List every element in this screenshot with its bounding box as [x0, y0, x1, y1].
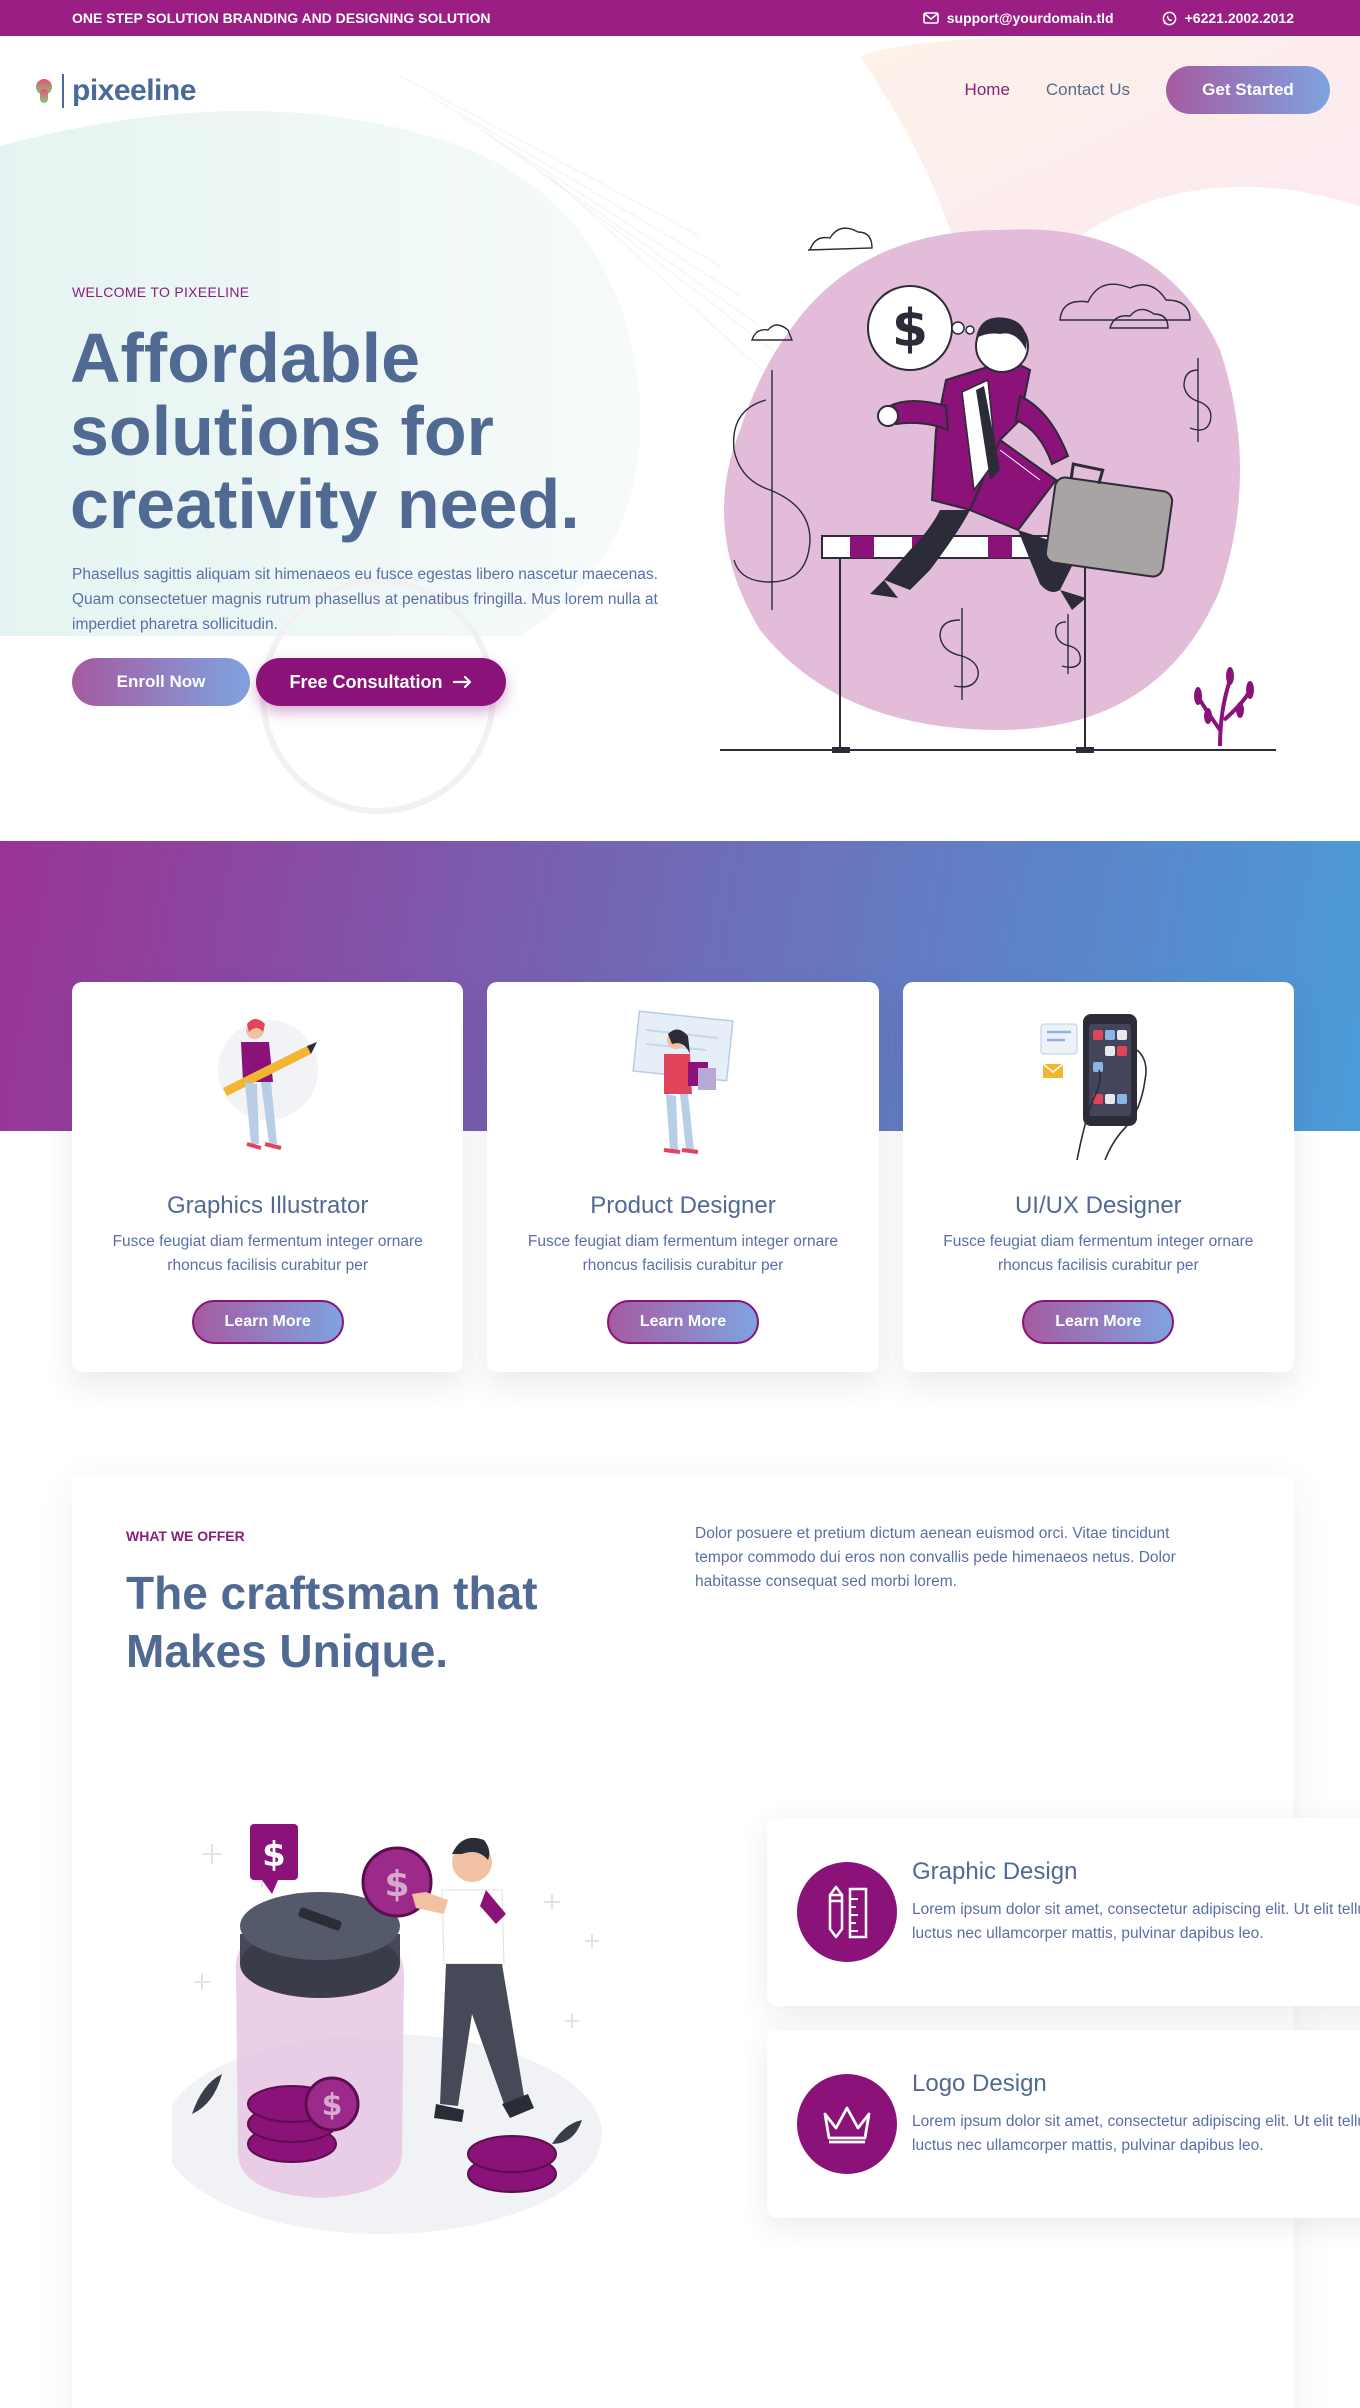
- email-text: support@yourdomain.tld: [946, 10, 1114, 26]
- get-started-button[interactable]: Get Started: [1166, 66, 1330, 114]
- site-header: pixeeline Home Contact Us Get Started: [0, 36, 1360, 146]
- service-title: Graphics Illustrator: [166, 1192, 369, 1219]
- pencil-ruler-icon: [828, 1885, 868, 1939]
- svg-text:$: $: [262, 1835, 286, 1875]
- logo[interactable]: pixeeline: [34, 74, 196, 108]
- service-cards: Graphics Illustrator Fusce feugiat diam …: [72, 982, 1294, 1372]
- hero-buttons: Enroll Now Free Consultation: [72, 658, 506, 706]
- offer-eyebrow: WHAT WE OFFER: [126, 1528, 245, 1544]
- service-card-product-designer: Product Designer Fusce feugiat diam ferm…: [487, 982, 879, 1372]
- feature-icon-circle: [797, 2074, 897, 2174]
- logo-mark-icon: [36, 79, 52, 103]
- arrow-right-icon: [452, 675, 471, 689]
- offer-title: The craftsman that Makes Unique.: [126, 1567, 538, 1677]
- learn-more-button[interactable]: Learn More: [191, 1300, 344, 1344]
- crown-icon: [823, 2106, 871, 2144]
- feature-card-graphic-design[interactable]: Graphic Design Lorem ipsum dolor sit ame…: [767, 1818, 1360, 2006]
- free-consultation-button[interactable]: Free Consultation: [256, 658, 506, 706]
- businessman-hurdle-illustration: $: [720, 227, 1276, 753]
- nav-home[interactable]: Home: [965, 80, 1010, 100]
- offer-description: Dolor posuere et pretium dictum aenean e…: [695, 1525, 1176, 1590]
- service-card-ui-ux-designer: UI/UX Designer Fusce feugiat diam fermen…: [902, 982, 1294, 1372]
- top-bar-tagline: ONE STEP SOLUTION BRANDING AND DESIGNING…: [72, 10, 491, 26]
- main-nav: Home Contact Us Get Started: [965, 66, 1330, 114]
- svg-text:$: $: [322, 2088, 343, 2123]
- feature-description: Lorem ipsum dolor sit amet, consectetur …: [912, 2113, 1360, 2154]
- top-bar-contacts: support@yourdomain.tld +6221.2002.2012: [922, 10, 1294, 26]
- service-card-graphics-illustrator: Graphics Illustrator Fusce feugiat diam …: [72, 982, 464, 1372]
- hero-title: Affordable solutions for creativity need…: [70, 319, 580, 543]
- nav-contact-us[interactable]: Contact Us: [1046, 80, 1130, 100]
- feature-description: Lorem ipsum dolor sit amet, consectetur …: [912, 1901, 1360, 1942]
- what-we-offer-section: WHAT WE OFFER The craftsman that Makes U…: [72, 1474, 1360, 2408]
- service-title: Product Designer: [590, 1192, 776, 1219]
- hand-holding-phone-illustration: [1040, 1014, 1148, 1160]
- feature-card-logo-design[interactable]: Logo Design Lorem ipsum dolor sit amet, …: [767, 2030, 1360, 2218]
- logo-divider: [62, 74, 64, 108]
- feature-title: Graphic Design: [912, 1858, 1078, 1885]
- hero-description: Phasellus sagittis aliquam sit himenaeos…: [72, 566, 658, 633]
- free-consultation-label: Free Consultation: [289, 671, 443, 692]
- service-description: Fusce feugiat diam fermentum integer orn…: [943, 1233, 1254, 1274]
- email-contact[interactable]: support@yourdomain.tld: [922, 10, 1114, 26]
- learn-more-button[interactable]: Learn More: [606, 1300, 759, 1344]
- feature-icon-circle: [797, 1862, 897, 1962]
- envelope-icon: [922, 12, 939, 24]
- enroll-now-button[interactable]: Enroll Now: [72, 658, 250, 706]
- service-title: UI/UX Designer: [1014, 1192, 1182, 1219]
- man-with-coin-jar-illustration: $ $ $: [172, 1824, 602, 2234]
- whatsapp-icon: [1162, 11, 1176, 25]
- service-description: Fusce feugiat diam fermentum integer orn…: [112, 1233, 423, 1274]
- feature-title: Logo Design: [912, 2070, 1047, 2097]
- svg-text:$: $: [892, 299, 928, 359]
- woman-with-shopping-bags-illustration: [632, 1010, 734, 1154]
- woman-with-pencil-illustration: [217, 1019, 318, 1150]
- hero-eyebrow: WELCOME TO PIXEELINE: [72, 284, 250, 300]
- top-bar: ONE STEP SOLUTION BRANDING AND DESIGNING…: [0, 0, 1360, 36]
- service-description: Fusce feugiat diam fermentum integer orn…: [527, 1233, 839, 1274]
- svg-text:$: $: [384, 1864, 409, 1905]
- phone-text: +6221.2002.2012: [1184, 10, 1294, 26]
- phone-contact[interactable]: +6221.2002.2012: [1162, 10, 1294, 26]
- logo-text: pixeeline: [72, 74, 196, 107]
- learn-more-button[interactable]: Learn More: [1022, 1300, 1175, 1344]
